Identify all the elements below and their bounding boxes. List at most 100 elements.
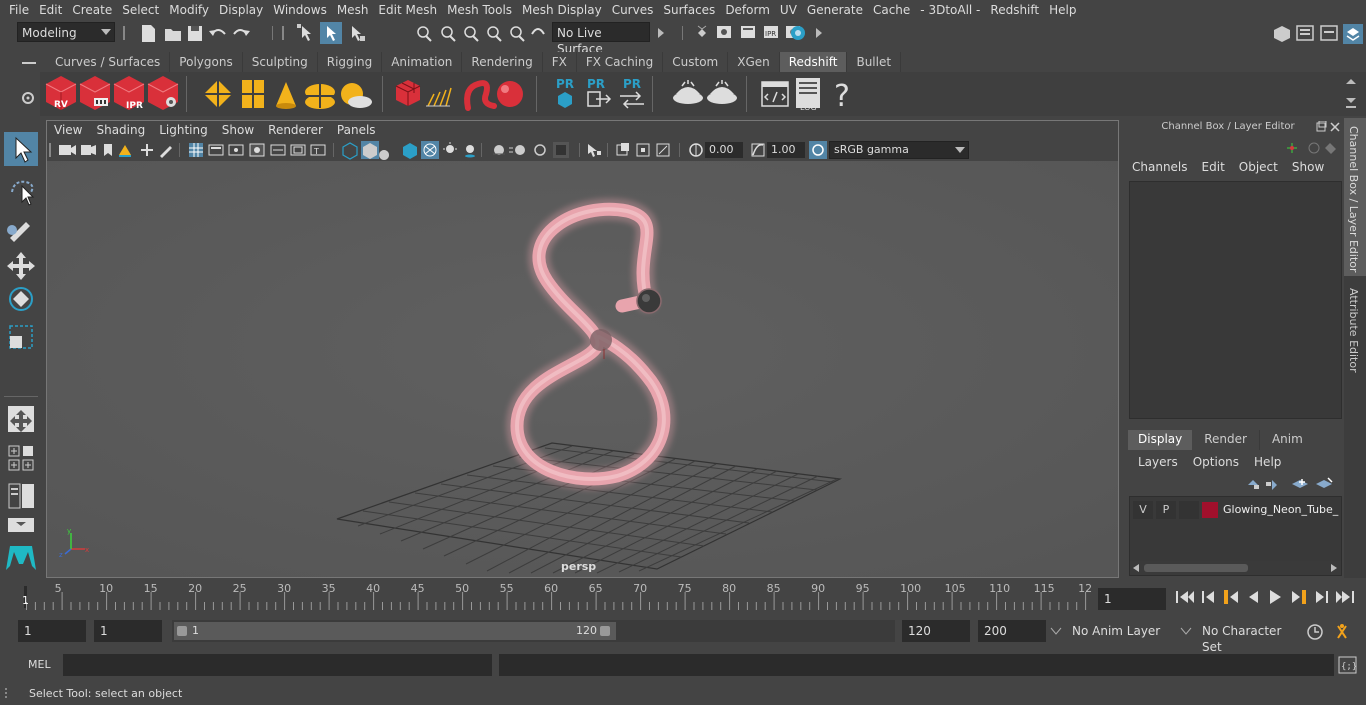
menu-mesh[interactable]: Mesh (332, 0, 374, 20)
menu-display[interactable]: Display (214, 0, 268, 20)
tab-render[interactable]: Render (1192, 430, 1260, 450)
timeline-tick (497, 602, 499, 610)
menu-generate[interactable]: Generate (802, 0, 868, 20)
script-editor-icon[interactable]: {;} (1338, 656, 1358, 674)
layer-color-swatch[interactable] (1202, 502, 1218, 518)
timeline-tick (871, 602, 873, 610)
gamma-input[interactable]: 1.00 (767, 142, 805, 158)
menu-edit-mesh[interactable]: Edit Mesh (373, 0, 442, 20)
colorspace-dropdown[interactable]: sRGB gamma (829, 141, 969, 159)
current-frame-input[interactable]: 1 (1098, 588, 1166, 610)
tab-sculpting[interactable]: Sculpting (242, 52, 318, 72)
range-start-handle[interactable] (177, 626, 187, 636)
menu-create[interactable]: Create (67, 0, 117, 20)
gamma-icon[interactable] (749, 141, 767, 159)
shelf-scroll[interactable] (1344, 78, 1358, 112)
menu-file[interactable]: File (0, 0, 34, 20)
viewport-menu-show[interactable]: Show (215, 123, 261, 137)
scroll-left-icon[interactable] (1132, 563, 1140, 573)
menu-cb-show[interactable]: Show (1292, 160, 1324, 178)
side-tab-attribute-editor[interactable]: Attribute Editor (1344, 284, 1366, 376)
menu-surfaces[interactable]: Surfaces (658, 0, 720, 20)
viewport-menu-shading[interactable]: Shading (89, 123, 152, 137)
tab-rigging[interactable]: Rigging (317, 52, 383, 72)
tab-rendering[interactable]: Rendering (462, 52, 543, 72)
tab-animation[interactable]: Animation (382, 52, 463, 72)
menu-cb-edit[interactable]: Edit (1202, 160, 1225, 178)
menu-select[interactable]: Select (117, 0, 164, 20)
character-set-dropdown[interactable]: No Character Set (1196, 620, 1300, 654)
tab-fx[interactable]: FX (542, 52, 577, 72)
layer-playback-toggle[interactable]: P (1156, 501, 1176, 519)
menu-curves[interactable]: Curves (607, 0, 659, 20)
film-gate-icon (208, 144, 224, 156)
viewport-menu-lighting[interactable]: Lighting (152, 123, 215, 137)
side-tab-channel-box[interactable]: Channel Box / Layer Editor (1344, 118, 1366, 276)
range-end-handle[interactable] (600, 626, 610, 636)
menu-channels[interactable]: Channels (1132, 160, 1188, 178)
layer-scroll-thumb[interactable] (1144, 564, 1248, 572)
anim-layer-dropdown[interactable]: No Anim Layer (1066, 620, 1178, 642)
time-slider[interactable]: 5 10 15 20 25 30 35 40 45 50 55 60 65 70 75 80 85 90 95 100… (18, 582, 1093, 610)
live-surface-field[interactable]: No Live Surface (552, 22, 650, 56)
menu-windows[interactable]: Windows (268, 0, 332, 20)
layer-scrollbar[interactable] (1130, 561, 1341, 575)
scroll-right-icon[interactable] (1330, 563, 1338, 573)
menu-edit[interactable]: Edit (34, 0, 67, 20)
step-back-icon (1202, 591, 1214, 603)
viewport-menu-renderer[interactable]: Renderer (261, 123, 330, 137)
command-language-toggle[interactable]: MEL (10, 654, 58, 676)
tab-display[interactable]: Display (1128, 430, 1193, 450)
tab-redshift[interactable]: Redshift (779, 52, 848, 72)
tab-polygons[interactable]: Polygons (170, 52, 243, 72)
range-slider-handle-bar[interactable]: 1 120 (174, 622, 616, 640)
range-slider[interactable]: 1 120 (172, 620, 895, 642)
menu-deform[interactable]: Deform (720, 0, 775, 20)
animation-end-input[interactable]: 200 (978, 620, 1046, 642)
menu-options[interactable]: Options (1193, 455, 1239, 473)
layer-name[interactable]: Glowing_Neon_Tube_ (1223, 501, 1339, 519)
default-material-icon (379, 150, 390, 160)
3d-scene-view[interactable]: x y z persp (47, 161, 1118, 577)
command-input[interactable] (63, 654, 492, 676)
tab-bullet[interactable]: Bullet (847, 52, 902, 72)
timeline-tick (364, 602, 366, 610)
color-management-icon[interactable] (809, 141, 827, 159)
layer-display-type-toggle[interactable] (1179, 501, 1199, 519)
menu-modify[interactable]: Modify (164, 0, 214, 20)
channel-list[interactable] (1129, 181, 1342, 419)
playback-start-input[interactable]: 1 (94, 620, 162, 642)
menu-layer-help[interactable]: Help (1254, 455, 1281, 473)
menu-layers[interactable]: Layers (1138, 455, 1178, 473)
menu-3dtoall[interactable]: - 3DtoAll - (915, 0, 985, 20)
tab-fx-caching[interactable]: FX Caching (576, 52, 664, 72)
exposure-icon[interactable] (687, 141, 705, 159)
timeline-tick (426, 602, 428, 610)
animation-start-input[interactable]: 1 (18, 620, 86, 642)
timeline-tick (337, 602, 339, 610)
tab-xgen[interactable]: XGen (728, 52, 780, 72)
chevron-down-icon[interactable] (1180, 626, 1192, 636)
layer-row[interactable]: V P Glowing_Neon_Tube_ (1133, 501, 1339, 519)
tab-anim[interactable]: Anim (1260, 430, 1315, 450)
chevron-down-icon[interactable] (1050, 626, 1062, 636)
menu-redshift[interactable]: Redshift (985, 0, 1044, 20)
redo-icon (233, 29, 250, 36)
tab-curves-surfaces[interactable]: Curves / Surfaces (46, 52, 171, 72)
menu-uv[interactable]: UV (775, 0, 802, 20)
workspace-dropdown[interactable]: Modeling (17, 22, 115, 42)
layer-visibility-toggle[interactable]: V (1133, 501, 1153, 519)
menu-help[interactable]: Help (1044, 0, 1081, 20)
lasso-tool-icon (11, 180, 35, 206)
tab-custom[interactable]: Custom (663, 52, 729, 72)
viewport-menu-panels[interactable]: Panels (330, 123, 383, 137)
shelf-icon-row: RV IPR PR PR PR LOG ? (45, 76, 850, 114)
menu-object[interactable]: Object (1239, 160, 1278, 178)
menu-mesh-display[interactable]: Mesh Display (517, 0, 607, 20)
menu-mesh-tools[interactable]: Mesh Tools (442, 0, 517, 20)
exposure-input[interactable]: 0.00 (705, 142, 743, 158)
timeline-tick-label: 95 (856, 582, 870, 595)
viewport-menu-view[interactable]: View (47, 123, 89, 137)
menu-cache[interactable]: Cache (868, 0, 915, 20)
playback-end-input[interactable]: 120 (902, 620, 970, 642)
